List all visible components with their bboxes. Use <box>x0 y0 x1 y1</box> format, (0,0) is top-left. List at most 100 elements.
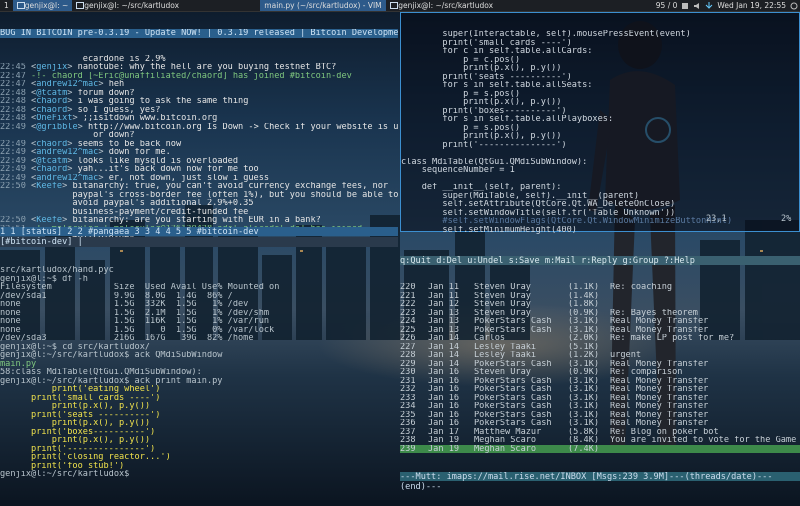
irc-message: 22:48 <OneFixt> ;;isitdown www.bitcoin.o… <box>0 114 218 123</box>
irc-timestamp: 22:49 <box>0 156 26 165</box>
download-arrow-icon[interactable] <box>705 2 713 9</box>
terminal-icon <box>76 2 85 9</box>
vim-line: print('seats ----------') <box>401 72 572 81</box>
mail-row[interactable]: 227 Jan 14 Lesley Taaki (5.1K) <box>400 343 800 352</box>
shell-terminal[interactable]: src/kartludox/hand.pyc genjix@l:~$ df -h F… <box>0 249 398 497</box>
mail-date: Jan 19 <box>428 436 460 445</box>
mail-row[interactable]: 232 Jan 16 PokerStars Cash (3.1K) Real Money… <box>400 385 800 394</box>
mail-subject: Re: comparison <box>610 368 683 377</box>
irc-text: seems to be back now <box>72 139 182 148</box>
terminal-line: none 1.5G 2.1M 1.5G 1% /dev/shm <box>0 308 270 317</box>
volume-icon[interactable] <box>693 2 701 9</box>
irc-timestamp: 22:48 <box>0 105 26 114</box>
vim-editor[interactable]: super(Interactable, self).mousePressEven… <box>400 12 800 234</box>
terminal-icon <box>390 2 399 9</box>
irc-text: i was going to ask the same thing <box>72 97 249 106</box>
irc-nick[interactable]: chaord <box>36 140 67 149</box>
mail-size: (0.9K) <box>568 368 600 377</box>
irc-nick[interactable]: chaord <box>36 106 67 115</box>
mail-row[interactable]: 234 Jan 16 PokerStars Cash (3.1K) Real Money… <box>400 402 800 411</box>
terminal-line: genjix@l:~$ cd src/kartludox/ <box>0 342 151 351</box>
terminal-line: print('seats ----------') <box>0 410 161 419</box>
irc-input-line[interactable]: [#bitcoin-dev] | <box>0 237 398 247</box>
irc-text: bitanarchy: true, you can't avoid curren… <box>67 182 389 191</box>
irc-nick[interactable]: @tcatm <box>36 89 67 98</box>
terminal-line: print('---------------') <box>0 444 156 453</box>
taskbar-tab-terminal-kartludox[interactable]: genjix@l: ~/src/kartludox <box>72 0 200 11</box>
irc-nick[interactable]: genjix <box>36 63 67 72</box>
vim-buffer[interactable]: super(Interactable, self).mousePressEven… <box>401 30 799 234</box>
irc-nick[interactable]: chaord <box>36 165 67 174</box>
mail-row[interactable]: 239 Jan 19 Meghan Scaro (7.4K) <box>400 444 800 453</box>
irc-nick[interactable]: chaord <box>36 97 67 106</box>
irc-timestamp: 22:47 <box>0 80 26 89</box>
mail-row[interactable]: 233 Jan 16 PokerStars Cash (3.1K) Real Money… <box>400 394 800 403</box>
mail-row[interactable]: 228 Jan 14 Lesley Taaki (1.2K) urgent <box>400 351 800 360</box>
irc-message: 22:48 <chaord> so I guess, yes? <box>0 105 161 115</box>
mail-number: 225 <box>400 325 416 334</box>
mail-from: PokerStars Cash <box>474 393 552 402</box>
taskbar-tab-vim[interactable]: main.py (~/src/kartludox) - VIM <box>260 0 387 11</box>
mail-row[interactable]: 229 Jan 14 PokerStars Cash (3.1K) Real Money… <box>400 360 800 369</box>
network-icon[interactable] <box>681 2 689 9</box>
mail-row[interactable]: 230 Jan 16 Steven Uray (0.9K) Re: comparison <box>400 368 800 377</box>
vim-line <box>401 175 799 184</box>
mail-row[interactable]: 231 Jan 16 PokerStars Cash (3.1K) Real Money… <box>400 377 800 386</box>
mail-size: (0.9K) <box>568 308 600 317</box>
terminal-line: main.py <box>0 359 37 368</box>
mail-subject: Real Money Transfer <box>610 393 709 402</box>
mutt-message-list[interactable]: 220 Jan 11 Steven Uray (1.1K) Re: coaching 22… <box>400 283 800 453</box>
mail-row[interactable]: 226 Jan 14 Carlos (2.0K) Re: make LP post fo… <box>400 334 800 343</box>
system-tray: 95 / 0 Wed Jan 19, 22:55 <box>656 0 798 11</box>
mail-subject: Re: Blog on poker bot <box>610 427 719 436</box>
mail-row[interactable]: 223 Jan 13 Steven Uray (0.9K) Re: Bayes theo… <box>400 309 800 318</box>
vim-percent: 2% <box>781 214 792 224</box>
mail-subject: Real Money Transfer <box>610 402 709 411</box>
mail-subject: You are invited to vote for the Game Dev <box>610 436 800 445</box>
irc-timestamp: 22:49 <box>0 148 26 157</box>
terminal-line: /dev/sda1 9.9G 8.0G 1.4G 86% / <box>0 291 233 300</box>
mail-subject: Real Money Transfer <box>610 419 709 428</box>
mail-date: Jan 16 <box>428 368 460 377</box>
irc-nick[interactable]: Keefe <box>36 182 62 191</box>
mail-row[interactable]: 238 Jan 19 Meghan Scaro (8.4K) You are invit… <box>400 436 800 445</box>
irc-nick[interactable]: @gribble <box>36 123 77 132</box>
mutt-index[interactable]: 220 Jan 11 Steven Uray (1.1K) Re: coaching 22… <box>400 266 800 506</box>
mail-from: Steven Uray <box>474 308 531 317</box>
power-icon[interactable] <box>790 2 798 10</box>
terminal-icon <box>16 2 25 9</box>
irc-message: 22:49 <@tcatm> looks like mysqld is over… <box>0 156 239 166</box>
irc-nick[interactable]: @tcatm <box>36 157 67 166</box>
workspace-1[interactable]: 1 <box>0 0 13 11</box>
irc-text: -!- chaord [~Eric@unaffiliated/chaord] h… <box>25 71 352 80</box>
irc-nick[interactable]: andrew12^mac <box>36 80 98 89</box>
irc-message: 22:50 <Keefe> bitanarchy: true, you can'… <box>0 182 389 191</box>
irc-nick[interactable]: andrew12^mac <box>36 148 98 157</box>
irc-text: heh <box>103 80 125 89</box>
terminal-line: genjix@l:~/src/kartludox$ <box>0 470 135 479</box>
irc-message: or down? <box>0 131 398 140</box>
irc-timestamp: 22:49 <box>0 173 26 182</box>
mail-row[interactable]: 224 Jan 13 PokerStars Cash (3.1K) Real Money… <box>400 317 800 326</box>
mail-subject: Re: Bayes theorem <box>610 308 698 317</box>
irc-pane[interactable]: BUG IN BITCOIN pre-0.3.19 - Update NOW! … <box>0 12 398 241</box>
irc-nick[interactable]: andrew12^mac <box>36 174 98 183</box>
irc-message: ecardone is 2.9% <box>0 55 398 64</box>
taskbar-tab-terminal-home[interactable]: genjix@l: ~ <box>12 0 73 11</box>
mail-row[interactable]: 220 Jan 11 Steven Uray (1.1K) Re: coaching <box>400 283 800 292</box>
mail-row[interactable]: 222 Jan 12 Steven Uray (1.8K) <box>400 300 800 309</box>
mail-row[interactable]: 221 Jan 11 Steven Uray (1.4K) <box>400 292 800 301</box>
mail-row[interactable]: 225 Jan 13 PokerStars Cash (3.1K) Real Money… <box>400 326 800 335</box>
mail-from: PokerStars Cash <box>474 385 552 394</box>
mail-row[interactable]: 235 Jan 16 PokerStars Cash (3.1K) Real Money… <box>400 411 800 420</box>
irc-nick[interactable]: Keefe <box>36 216 62 225</box>
taskbar-tab-terminal-kartludox-2[interactable]: genjix@l: ~/src/kartludox <box>386 0 497 11</box>
irc-nick[interactable]: OneFixt <box>36 114 72 123</box>
mail-number: 232 <box>400 385 416 394</box>
mail-row[interactable]: 237 Jan 17 Matthew Mazur (5.8K) Re: Blog on … <box>400 428 800 437</box>
mail-row[interactable]: 236 Jan 16 PokerStars Cash (3.1K) Real Money… <box>400 419 800 428</box>
mail-date: Jan 14 <box>428 334 460 343</box>
mail-size: (8.4K) <box>568 436 600 445</box>
mail-date: Jan 14 <box>428 342 460 351</box>
terminal-line: print('boxes----------') <box>0 427 156 436</box>
